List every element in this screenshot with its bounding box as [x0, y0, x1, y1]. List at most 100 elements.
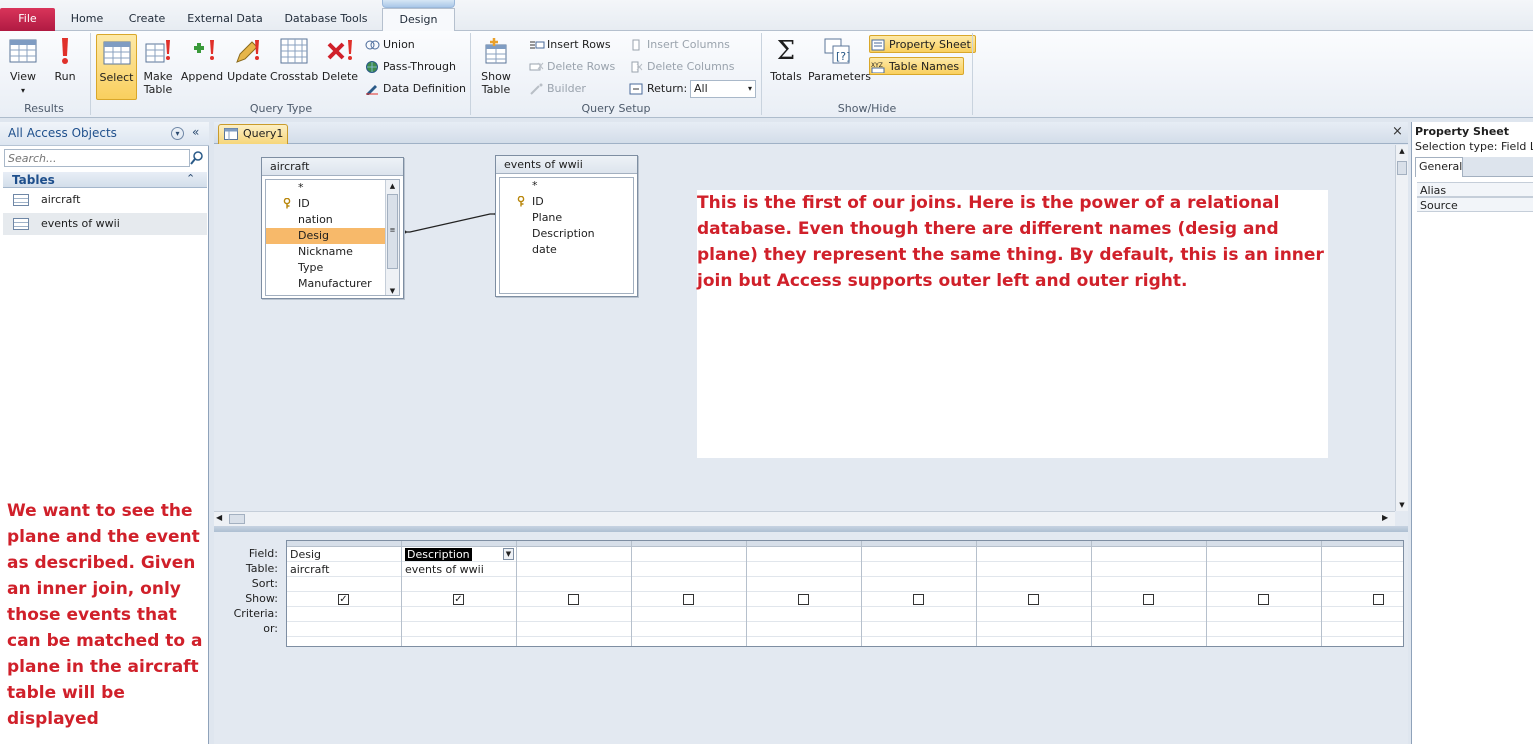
crosstab-button[interactable]: Crosstab: [270, 34, 318, 100]
criteria-cell[interactable]: [1322, 607, 1403, 622]
field-cell[interactable]: [1207, 547, 1321, 562]
tab-external-data[interactable]: External Data: [182, 9, 268, 31]
field-item[interactable]: Plane: [500, 210, 633, 226]
sort-cell[interactable]: [517, 577, 631, 592]
append-button[interactable]: Append: [180, 34, 224, 100]
scroll-right-icon[interactable]: ▶: [1382, 513, 1388, 522]
criteria-cell[interactable]: [1207, 607, 1321, 622]
table-cell[interactable]: [1322, 562, 1403, 577]
field-item-selected[interactable]: Desig: [266, 228, 399, 244]
field-cell[interactable]: [517, 547, 631, 562]
show-checkbox[interactable]: [798, 594, 809, 605]
return-select[interactable]: All ▾: [690, 80, 756, 98]
field-item[interactable]: ID: [266, 196, 399, 212]
horizontal-scrollbar[interactable]: ◀ ▶: [214, 511, 1395, 526]
scroll-down-icon[interactable]: ▼: [1396, 499, 1408, 511]
or-cell[interactable]: [632, 622, 746, 637]
show-checkbox[interactable]: [1373, 594, 1384, 605]
criteria-cell[interactable]: [1092, 607, 1206, 622]
field-cell[interactable]: Description ▼: [402, 547, 516, 562]
tab-file[interactable]: File: [0, 8, 55, 31]
field-list-title[interactable]: events of wwii: [496, 156, 637, 174]
field-cell[interactable]: [1322, 547, 1403, 562]
show-table-button[interactable]: Show Table: [476, 34, 516, 100]
scrollbar-thumb[interactable]: [229, 514, 245, 524]
criteria-cell[interactable]: [977, 607, 1091, 622]
table-cell[interactable]: events of wwii: [402, 562, 516, 577]
update-button[interactable]: Update: [226, 34, 268, 100]
show-checkbox[interactable]: [1143, 594, 1154, 605]
scrollbar-thumb[interactable]: ≡: [387, 194, 398, 269]
sort-cell[interactable]: [287, 577, 401, 592]
field-cell[interactable]: [862, 547, 976, 562]
collapse-up-icon[interactable]: ⌃: [186, 172, 195, 185]
totals-button[interactable]: Σ Totals: [767, 34, 805, 100]
field-list-scrollbar[interactable]: ▲ ≡ ▼: [385, 180, 399, 295]
show-checkbox[interactable]: [1258, 594, 1269, 605]
criteria-cell[interactable]: [862, 607, 976, 622]
scrollbar-thumb[interactable]: [1397, 161, 1407, 175]
field-item[interactable]: *: [500, 178, 633, 194]
tab-home[interactable]: Home: [62, 9, 112, 31]
table-cell[interactable]: [1207, 562, 1321, 577]
property-source[interactable]: Source: [1417, 197, 1533, 212]
field-cell[interactable]: [977, 547, 1091, 562]
show-checkbox[interactable]: [568, 594, 579, 605]
field-list-title[interactable]: aircraft: [262, 158, 403, 176]
delete-rows-button[interactable]: Delete Rows: [528, 58, 615, 76]
or-cell[interactable]: [1207, 622, 1321, 637]
insert-columns-button[interactable]: Insert Columns: [628, 36, 730, 54]
sort-cell[interactable]: [747, 577, 861, 592]
field-list-events-of-wwii[interactable]: events of wwii * ID Plane Description da…: [495, 155, 638, 297]
nav-title[interactable]: All Access Objects: [8, 126, 117, 140]
field-item[interactable]: nation: [266, 212, 399, 228]
chevron-down-icon[interactable]: ▼: [503, 548, 514, 560]
field-item[interactable]: *: [266, 180, 399, 196]
criteria-cell[interactable]: [287, 607, 401, 622]
data-definition-button[interactable]: Data Definition: [364, 80, 466, 98]
sort-cell[interactable]: [1207, 577, 1321, 592]
field-item[interactable]: Nickname: [266, 244, 399, 260]
show-checkbox-checked[interactable]: ✓: [338, 594, 349, 605]
field-item[interactable]: Description: [500, 226, 633, 242]
sort-cell[interactable]: [1092, 577, 1206, 592]
pass-through-button[interactable]: Pass-Through: [364, 58, 456, 76]
show-checkbox[interactable]: [683, 594, 694, 605]
scroll-down-icon[interactable]: ▼: [386, 285, 399, 295]
table-cell[interactable]: [747, 562, 861, 577]
nav-item-aircraft[interactable]: aircraft: [3, 189, 207, 211]
criteria-cell[interactable]: [632, 607, 746, 622]
sort-cell[interactable]: [1322, 577, 1403, 592]
scroll-up-icon[interactable]: ▲: [386, 180, 399, 192]
table-cell[interactable]: [862, 562, 976, 577]
property-sheet-button[interactable]: Property Sheet: [869, 35, 976, 53]
sort-cell[interactable]: [402, 577, 516, 592]
or-cell[interactable]: [747, 622, 861, 637]
table-cell[interactable]: [1092, 562, 1206, 577]
table-cell[interactable]: [632, 562, 746, 577]
scroll-up-icon[interactable]: ▲: [1396, 145, 1408, 157]
select-query-button[interactable]: Select: [96, 34, 137, 100]
field-item[interactable]: Type: [266, 260, 399, 276]
sort-cell[interactable]: [862, 577, 976, 592]
make-table-button[interactable]: Make Table: [140, 34, 176, 100]
parameters-button[interactable]: [?] Parameters: [808, 34, 871, 100]
scroll-left-icon[interactable]: ◀: [216, 513, 222, 522]
or-cell[interactable]: [402, 622, 516, 637]
nav-section-tables[interactable]: Tables ⌃: [3, 172, 207, 188]
search-icon[interactable]: [190, 150, 204, 166]
delete-query-button[interactable]: Delete: [320, 34, 360, 100]
property-alias[interactable]: Alias: [1417, 182, 1533, 197]
show-checkbox[interactable]: [1028, 594, 1039, 605]
field-cell[interactable]: [1092, 547, 1206, 562]
table-names-button[interactable]: XYZ Table Names: [869, 57, 965, 75]
field-list-aircraft[interactable]: aircraft * ID nation Desig Nickname Type…: [261, 157, 404, 299]
field-item[interactable]: Manufacturer: [266, 276, 399, 292]
sort-cell[interactable]: [977, 577, 1091, 592]
tab-query1[interactable]: Query1: [218, 124, 288, 144]
criteria-cell[interactable]: [747, 607, 861, 622]
table-cell[interactable]: [977, 562, 1091, 577]
table-cell[interactable]: aircraft: [287, 562, 401, 577]
or-cell[interactable]: [1092, 622, 1206, 637]
or-cell[interactable]: [977, 622, 1091, 637]
